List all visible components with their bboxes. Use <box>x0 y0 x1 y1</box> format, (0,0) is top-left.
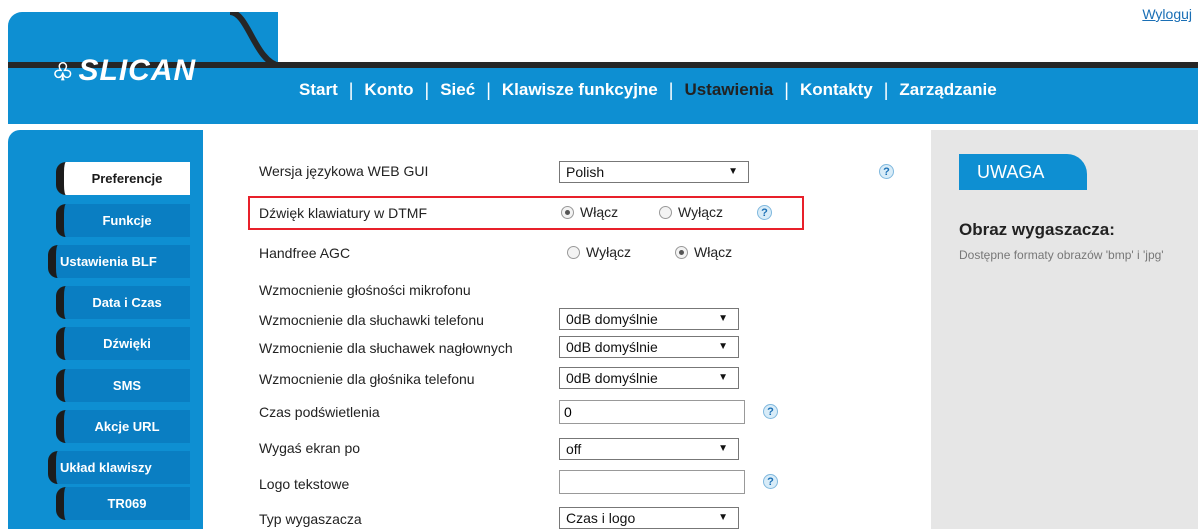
language-select[interactable]: Polish ▼ <box>559 161 749 183</box>
notice-tab: UWAGA <box>959 154 1087 190</box>
chevron-down-icon: ▼ <box>718 443 728 454</box>
chevron-down-icon: ▼ <box>718 341 728 352</box>
sidebar-item-preferencje[interactable]: Preferencje <box>56 162 190 195</box>
nav-ustawienia[interactable]: Ustawienia <box>673 80 784 100</box>
screensaver-type-select[interactable]: Czas i logo ▼ <box>559 507 739 529</box>
dtmf-off-label: Wyłącz <box>678 204 723 220</box>
chevron-down-icon: ▼ <box>728 166 738 177</box>
screen-off-value: off <box>566 441 582 457</box>
logo-text: SLICAN <box>78 54 197 87</box>
speaker-gain-select[interactable]: 0dB domyślnie ▼ <box>559 367 739 389</box>
headset-gain-value: 0dB domyślnie <box>566 339 658 355</box>
nav-konto[interactable]: Konto <box>353 80 424 100</box>
mic-gain-heading: Wzmocnienie głośności mikrofonu <box>259 282 471 298</box>
screen-off-select[interactable]: off ▼ <box>559 438 739 460</box>
chevron-down-icon: ▼ <box>718 512 728 523</box>
dtmf-on-label: Włącz <box>580 204 619 220</box>
agc-label: Handfree AGC <box>259 245 351 261</box>
speaker-gain-label: Wzmocnienie dla głośnika telefonu <box>259 371 475 387</box>
logo-mark-icon: ♧ <box>52 59 75 86</box>
language-select-value: Polish <box>566 164 605 180</box>
radio-checked-icon <box>675 245 688 259</box>
sidebar-item-akcje-url[interactable]: Akcje URL <box>56 410 190 443</box>
speaker-gain-value: 0dB domyślnie <box>566 370 658 386</box>
dtmf-label: Dźwięk klawiatury w DTMF <box>259 205 428 221</box>
slican-logo: ♧ SLICAN <box>52 54 196 88</box>
agc-off-radio[interactable]: Wyłącz <box>567 244 631 260</box>
notice-text: Dostępne formaty obrazów 'bmp' i 'jpg' <box>959 248 1164 262</box>
screensaver-type-label: Typ wygaszacza <box>259 511 362 527</box>
sidebar: Preferencje Funkcje Ustawienia BLF Data … <box>8 130 203 529</box>
main-nav: Start | Konto | Sieć | Klawisze funkcyjn… <box>288 78 1008 102</box>
chevron-down-icon: ▼ <box>718 372 728 383</box>
chevron-down-icon: ▼ <box>718 313 728 324</box>
notice-panel: UWAGA Obraz wygaszacza: Dostępne formaty… <box>931 130 1198 529</box>
agc-off-label: Wyłącz <box>586 244 631 260</box>
logo-text-input[interactable] <box>559 470 745 494</box>
backlight-label: Czas podświetlenia <box>259 404 380 420</box>
nav-siec[interactable]: Sieć <box>429 80 486 100</box>
radio-checked-icon <box>561 205 574 219</box>
handset-gain-label: Wzmocnienie dla słuchawki telefonu <box>259 312 484 328</box>
page: Wyloguj ♧ SLICAN Start | Konto | Sieć | K… <box>0 0 1198 529</box>
headset-gain-label: Wzmocnienie dla słuchawek nagłownych <box>259 340 513 356</box>
logout-link[interactable]: Wyloguj <box>1142 6 1192 22</box>
dtmf-on-radio[interactable]: Włącz <box>561 204 618 220</box>
sidebar-item-funkcje[interactable]: Funkcje <box>56 204 190 237</box>
sidebar-item-ustawienia-blf[interactable]: Ustawienia BLF <box>48 245 190 278</box>
agc-on-label: Włącz <box>694 244 733 260</box>
handset-gain-value: 0dB domyślnie <box>566 311 658 327</box>
help-icon[interactable]: ? <box>879 164 894 179</box>
settings-form: Wersja językowa WEB GUI Polish ▼ ? Dźwię… <box>203 130 931 529</box>
nav-zarzadzanie[interactable]: Zarządzanie <box>888 80 1007 100</box>
sidebar-item-dzwieki[interactable]: Dźwięki <box>56 327 190 360</box>
screen-off-label: Wygaś ekran po <box>259 440 361 456</box>
screensaver-type-value: Czas i logo <box>566 510 636 526</box>
nav-start[interactable]: Start <box>288 80 349 100</box>
sidebar-item-data-i-czas[interactable]: Data i Czas <box>56 286 190 319</box>
sidebar-item-tr069[interactable]: TR069 <box>56 487 190 520</box>
radio-unchecked-icon <box>567 245 580 259</box>
sidebar-item-uklad-klawiszy[interactable]: Układ klawiszy <box>48 451 190 484</box>
logo-text-label: Logo tekstowe <box>259 476 350 492</box>
language-label: Wersja językowa WEB GUI <box>259 163 429 179</box>
help-icon[interactable]: ? <box>763 474 778 489</box>
nav-kontakty[interactable]: Kontakty <box>789 80 884 100</box>
nav-klawisze-funkcyjne[interactable]: Klawisze funkcyjne <box>491 80 669 100</box>
radio-unchecked-icon <box>659 205 672 219</box>
dtmf-off-radio[interactable]: Wyłącz <box>659 204 723 220</box>
notice-title: Obraz wygaszacza: <box>959 220 1115 239</box>
headset-gain-select[interactable]: 0dB domyślnie ▼ <box>559 336 739 358</box>
agc-on-radio[interactable]: Włącz <box>675 244 732 260</box>
sidebar-item-sms[interactable]: SMS <box>56 369 190 402</box>
backlight-input[interactable]: 0 <box>559 400 745 424</box>
handset-gain-select[interactable]: 0dB domyślnie ▼ <box>559 308 739 330</box>
help-icon[interactable]: ? <box>757 205 772 220</box>
help-icon[interactable]: ? <box>763 404 778 419</box>
